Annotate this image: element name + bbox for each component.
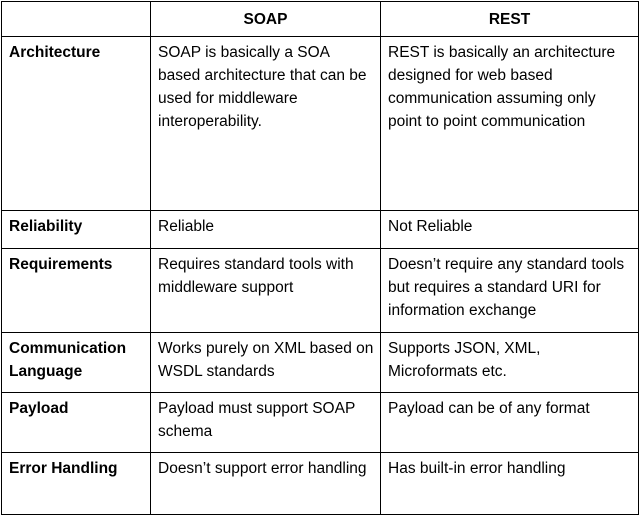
soap-cell-architecture: SOAP is basically a SOA based architectu… [150, 36, 381, 211]
header-row: SOAP REST [1, 1, 639, 37]
header-corner-cell [1, 1, 151, 37]
soap-cell-communication-language: Works purely on XML based on WSDL standa… [150, 332, 381, 393]
soap-cell-payload: Payload must support SOAP schema [150, 392, 381, 453]
row-label-reliability: Reliability [1, 210, 151, 249]
table-row: Requirements Requires standard tools wit… [1, 248, 639, 333]
table-row: Communication Language Works purely on X… [1, 332, 639, 393]
table-row: Payload Payload must support SOAP schema… [1, 392, 639, 453]
rest-cell-communication-language: Supports JSON, XML, Microformats etc. [380, 332, 639, 393]
row-label-communication-language: Communication Language [1, 332, 151, 393]
row-label-requirements: Requirements [1, 248, 151, 333]
header-soap-cell: SOAP [150, 1, 381, 37]
table-row: Reliability Reliable Not Reliable [1, 210, 639, 249]
comparison-table: SOAP REST Architecture SOAP is basically… [1, 1, 639, 515]
rest-cell-architecture: REST is basically an architecture design… [380, 36, 639, 211]
rest-cell-reliability: Not Reliable [380, 210, 639, 249]
table-row: Error Handling Doesn’t support error han… [1, 452, 639, 515]
row-label-architecture: Architecture [1, 36, 151, 211]
rest-cell-error-handling: Has built-in error handling [380, 452, 639, 515]
soap-cell-error-handling: Doesn’t support error handling [150, 452, 381, 515]
header-rest-cell: REST [380, 1, 639, 37]
soap-cell-requirements: Requires standard tools with middleware … [150, 248, 381, 333]
row-label-payload: Payload [1, 392, 151, 453]
soap-cell-reliability: Reliable [150, 210, 381, 249]
table-row: Architecture SOAP is basically a SOA bas… [1, 36, 639, 211]
rest-cell-requirements: Doesn’t require any standard tools but r… [380, 248, 639, 333]
row-label-error-handling: Error Handling [1, 452, 151, 515]
rest-cell-payload: Payload can be of any format [380, 392, 639, 453]
